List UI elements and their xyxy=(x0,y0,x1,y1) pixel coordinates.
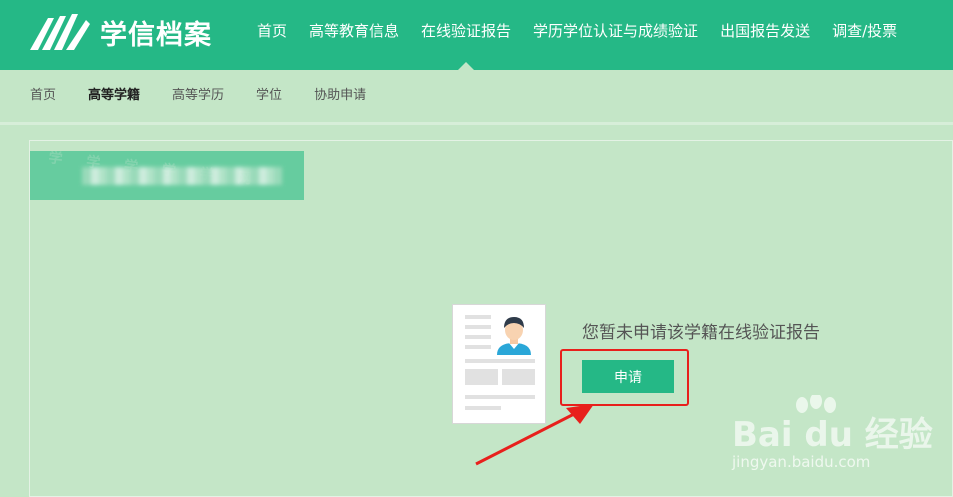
highlight-annotation xyxy=(560,349,689,406)
subnav-item-degree[interactable]: 学位 xyxy=(244,70,294,122)
watermark-url: jingyan.baidu.com xyxy=(732,453,871,471)
nav-item-overseas-report[interactable]: 出国报告发送 xyxy=(709,0,821,70)
school-banner-redacted: 学学学学学网 xyxy=(30,151,304,200)
baidu-watermark: Bai du 经验 jingyan.baidu.com xyxy=(730,395,940,485)
subnav-item-degree-record[interactable]: 高等学历 xyxy=(160,70,236,122)
annotation-arrow-icon xyxy=(475,404,594,466)
nav-item-survey[interactable]: 调查/投票 xyxy=(821,0,908,70)
watermark-brand: Bai du 经验 xyxy=(732,415,933,455)
divider xyxy=(0,122,953,125)
main-nav: 首页 高等教育信息 在线验证报告 学历学位认证与成绩验证 出国报告发送 调查/投… xyxy=(246,0,908,70)
person-avatar-icon xyxy=(497,317,531,355)
sub-nav: 首页 高等学籍 高等学历 学位 协助申请 xyxy=(0,70,953,122)
subnav-item-enrollment[interactable]: 高等学籍 xyxy=(76,70,152,122)
logo-books-icon xyxy=(30,14,90,50)
empty-report-message: 您暂未申请该学籍在线验证报告 xyxy=(582,323,820,343)
redacted-school-name xyxy=(82,167,282,185)
nav-item-certification[interactable]: 学历学位认证与成绩验证 xyxy=(522,0,709,70)
subnav-item-home[interactable]: 首页 xyxy=(18,70,68,122)
nav-item-home[interactable]: 首页 xyxy=(246,0,298,70)
subnav-item-assist-apply[interactable]: 协助申请 xyxy=(302,70,378,122)
logo-text: 学信档案 xyxy=(100,19,212,51)
logo[interactable]: 学信档案 xyxy=(28,12,212,52)
nav-item-higher-edu-info[interactable]: 高等教育信息 xyxy=(298,0,410,70)
nav-item-online-report[interactable]: 在线验证报告 xyxy=(410,0,522,70)
top-header: 学信档案 首页 高等教育信息 在线验证报告 学历学位认证与成绩验证 出国报告发送… xyxy=(0,0,953,70)
